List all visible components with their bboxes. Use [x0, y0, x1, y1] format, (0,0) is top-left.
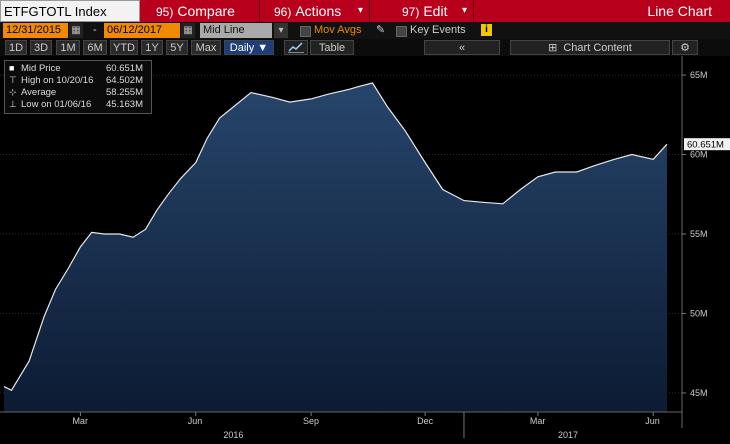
mov-avgs-checkbox[interactable]	[300, 26, 311, 37]
period-3d[interactable]: 3D	[30, 40, 52, 55]
end-date-field[interactable]: 06/12/2017	[104, 23, 180, 38]
view-title: Line Chart	[474, 0, 730, 22]
mode-dropdown-icon[interactable]: ▾	[274, 23, 288, 38]
x-tick-label: Dec	[417, 416, 434, 426]
collapse-button[interactable]: «	[424, 40, 500, 55]
y-tick-label: 45M	[690, 388, 708, 398]
high-marker-icon: ⊤	[9, 75, 17, 85]
low-marker-icon: ⊥	[9, 99, 17, 109]
legend-value: 64.502M	[106, 75, 143, 86]
frequency-select[interactable]: Daily ▼	[224, 40, 274, 55]
y-tick-label: 60M	[690, 150, 708, 160]
legend-row: ⊤ High on 10/20/16 64.502M	[9, 75, 149, 86]
legend-value: 45.163M	[106, 99, 143, 110]
legend-value: 58.255M	[106, 87, 143, 98]
period-1m[interactable]: 1M	[56, 40, 80, 55]
x-ticks: Mar Jun Sep Dec Mar Jun 2016 2017	[72, 412, 660, 440]
x-tick-label: Mar	[72, 416, 88, 426]
key-events-label: Key Events	[410, 24, 466, 36]
period-1d[interactable]: 1D	[5, 40, 27, 55]
series-square-icon: ■	[9, 63, 15, 73]
grid-icon: ⊞	[548, 42, 558, 54]
key-events-checkbox[interactable]	[396, 26, 407, 37]
calendar-icon[interactable]: ▦	[181, 23, 195, 38]
edit-button[interactable]: 97) Edit ▾	[370, 0, 474, 22]
last-value-text: 60.651M	[687, 140, 724, 151]
view-title-text: Line Chart	[647, 3, 712, 19]
last-value-label: 60.651M	[684, 138, 730, 151]
x-tick-label: Sep	[303, 416, 319, 426]
x-tick-label: Jun	[645, 416, 660, 426]
table-button[interactable]: Table	[310, 40, 354, 55]
compare-num: 95)	[156, 5, 174, 19]
legend-label: High on 10/20/16	[21, 75, 94, 86]
year-label: 2016	[223, 430, 243, 440]
x-tick-label: Mar	[530, 416, 546, 426]
compare-button[interactable]: 95) Compare	[140, 0, 260, 22]
mode-select[interactable]: Mid Line	[200, 23, 272, 38]
actions-num: 96)	[274, 5, 292, 19]
period-bar: 1D 3D 1M 6M YTD 1Y 5Y Max Daily ▼ Table …	[0, 39, 730, 56]
actions-caret-icon: ▾	[357, 5, 363, 16]
legend-label: Low on 01/06/16	[21, 99, 92, 110]
period-ytd[interactable]: YTD	[110, 40, 138, 55]
average-marker-icon: ⊹	[9, 87, 17, 97]
mov-avgs-label: Mov Avgs	[314, 24, 362, 36]
ticker-field[interactable]: ETFGTOTL Index	[0, 0, 140, 22]
chart-content-label: Chart Content	[563, 42, 632, 54]
calendar-icon[interactable]: ▦	[69, 23, 83, 38]
edit-label: Edit	[423, 3, 448, 19]
legend-row: ⊥ Low on 01/06/16 45.163M	[9, 99, 149, 110]
actions-label: Actions	[295, 3, 342, 19]
line-chart-icon[interactable]	[284, 40, 308, 55]
chart-content-button[interactable]: ⊞ Chart Content	[510, 40, 670, 55]
top-toolbar: ETFGTOTL Index 95) Compare 96) Actions ▾ 9…	[0, 0, 730, 22]
legend-row: ■ Mid Price 60.651M	[9, 63, 149, 74]
x-tick-label: Jun	[188, 416, 203, 426]
period-6m[interactable]: 6M	[83, 40, 107, 55]
date-separator: -	[93, 24, 97, 36]
line-chart-glyph	[288, 42, 304, 53]
edit-num: 97)	[402, 5, 420, 19]
chart-legend[interactable]: ■ Mid Price 60.651M ⊤ High on 10/20/16 6…	[4, 60, 152, 114]
pencil-icon[interactable]: ✎	[376, 23, 385, 38]
edit-caret-icon: ▾	[461, 5, 467, 16]
compare-label: Compare	[177, 3, 235, 19]
y-tick-label: 50M	[690, 308, 708, 318]
start-date-field[interactable]: 12/31/2015	[3, 23, 68, 38]
period-1y[interactable]: 1Y	[141, 40, 163, 55]
legend-label: Mid Price	[21, 63, 61, 74]
y-tick-label: 65M	[690, 70, 708, 80]
year-label: 2017	[558, 430, 578, 440]
actions-button[interactable]: 96) Actions ▾	[260, 0, 370, 22]
price-chart[interactable]: 45M 50M 55M 60M 65M Mar Jun Sep Dec Mar Jun 2016 20…	[0, 56, 730, 444]
legend-value: 60.651M	[106, 63, 143, 74]
settings-gear-icon[interactable]: ⚙	[672, 40, 698, 55]
date-bar: 12/31/2015 ▦ - 06/12/2017 ▦ Mid Line ▾ M…	[0, 22, 730, 39]
y-tick-label: 55M	[690, 229, 708, 239]
info-icon[interactable]: i	[481, 24, 492, 36]
period-max[interactable]: Max	[191, 40, 221, 55]
legend-row: ⊹ Average 58.255M	[9, 87, 149, 98]
legend-label: Average	[21, 87, 57, 98]
y-ticks: 45M 50M 55M 60M 65M	[682, 70, 708, 398]
period-5y[interactable]: 5Y	[166, 40, 188, 55]
